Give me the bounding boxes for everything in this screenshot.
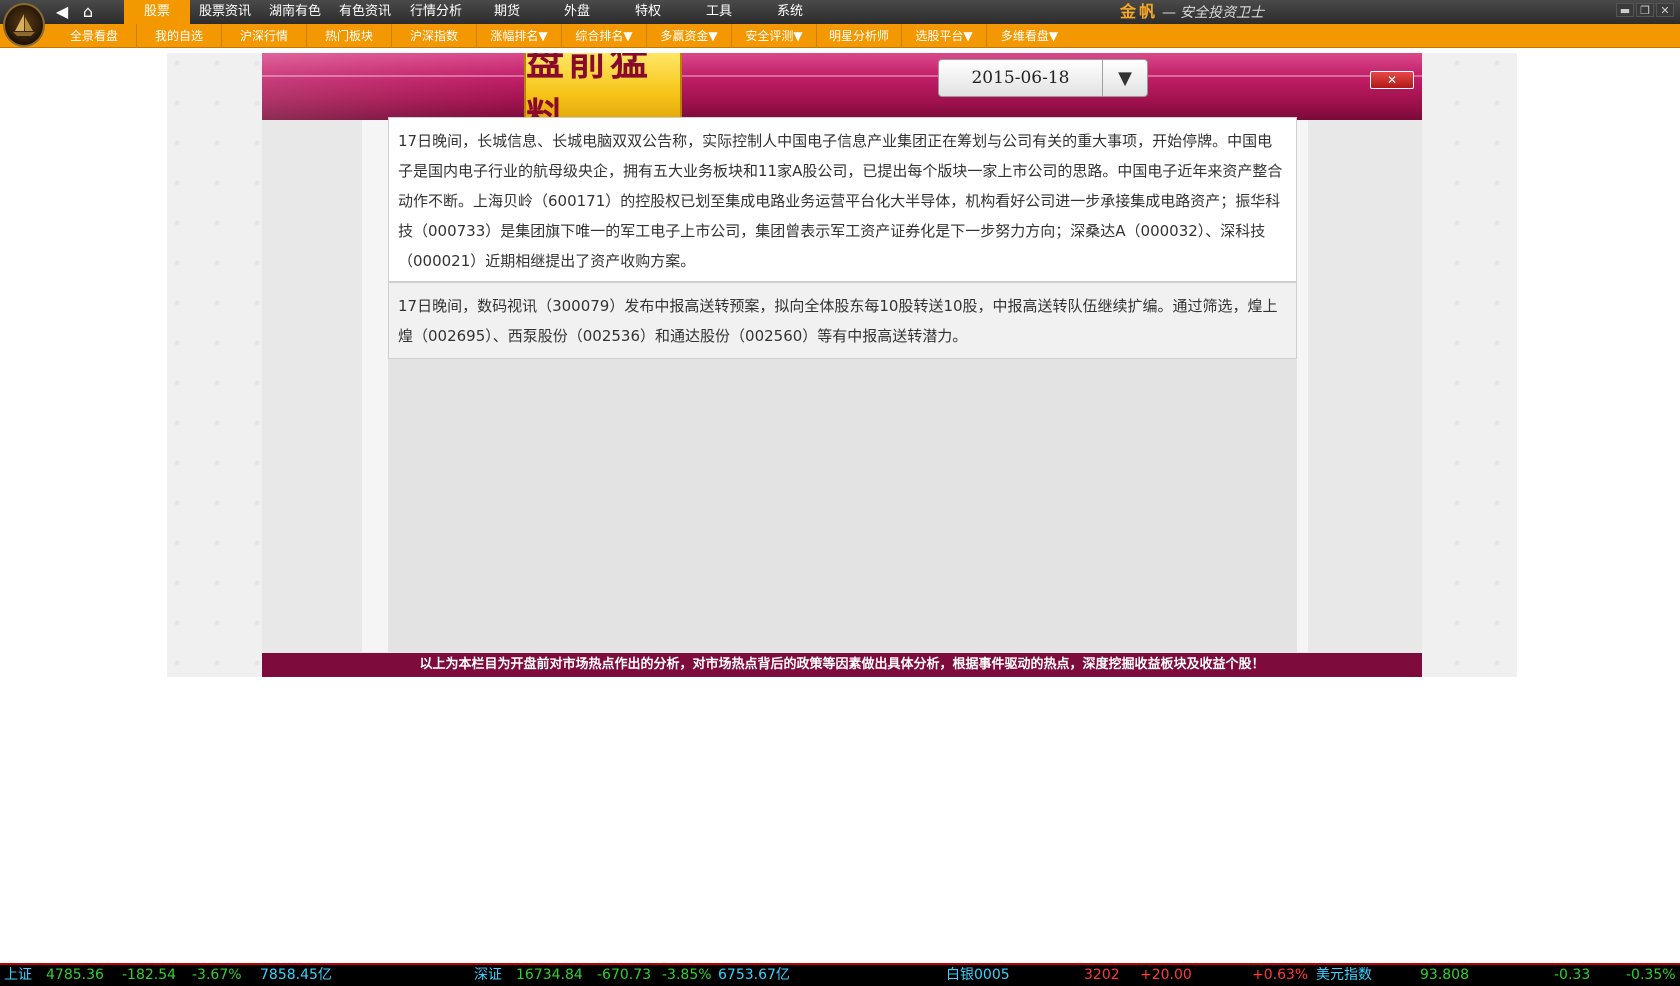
menu-item-foreign-markets[interactable]: 外盘	[542, 0, 612, 24]
main-menu: 股票 股票资讯 湖南有色 有色资讯 行情分析 期货 外盘 特权 工具 系统	[124, 0, 826, 24]
top-menu-bar: ◀ ⌂ 股票 股票资讯 湖南有色 有色资讯 行情分析 期货 外盘 特权 工具 系…	[0, 0, 1680, 47]
ticker-usd-pct: -0.35%	[1626, 967, 1676, 983]
chevron-down-icon[interactable]: ▼	[1103, 60, 1147, 96]
panel-title: 盘前猛料	[526, 53, 653, 120]
sub-menu: 全景看盘 我的自选 沪深行情 热门板块 沪深指数 涨幅排名▼ 综合排名▼ 多赢资…	[52, 24, 1072, 48]
sub-item-sh-sz-index[interactable]: 沪深指数	[392, 24, 477, 48]
sub-item-overall-ranking[interactable]: 综合排名▼	[562, 24, 647, 48]
sub-item-hot-sectors[interactable]: 热门板块	[307, 24, 392, 48]
sub-item-safety-eval[interactable]: 安全评测▼	[732, 24, 817, 48]
title-plate: 盘前猛料	[524, 53, 682, 120]
sub-item-funds[interactable]: 多赢资金▼	[647, 24, 732, 48]
ticker-silver-pct: +0.63%	[1252, 967, 1309, 983]
ticker-sh-change: -182.54	[122, 967, 177, 983]
restore-icon[interactable]: ❐	[1636, 3, 1654, 17]
premarket-panel: 盘前猛料 2015-06-18 ▼ ✕ 17日晚间，长城信息、长城电脑双双公告称…	[262, 53, 1422, 677]
ticker-sz-pct: -3.85%	[662, 967, 712, 983]
ticker-silver-name[interactable]: 白银0005	[946, 965, 1010, 986]
panel-footer-note: 以上为本栏目为开盘前对市场热点作出的分析，对市场热点背后的政策等因素做出具体分析…	[262, 653, 1422, 677]
news-item[interactable]: 17日晚间，数码视讯（300079）发布中报高送转预案，拟向全体股东每10股转送…	[388, 282, 1297, 359]
close-panel-button[interactable]: ✕	[1370, 71, 1414, 89]
back-arrow-icon[interactable]: ◀	[52, 3, 72, 21]
ticker-sh-name[interactable]: 上证	[4, 965, 32, 986]
sub-item-stock-picker[interactable]: 选股平台▼	[902, 24, 987, 48]
menu-item-nonferrous-news[interactable]: 有色资讯	[330, 0, 400, 24]
menu-item-privileges[interactable]: 特权	[612, 0, 684, 24]
ticker-sz-price: 16734.84	[516, 967, 583, 983]
menu-item-stocks[interactable]: 股票	[124, 0, 190, 24]
sailboat-logo-icon	[13, 14, 35, 36]
ticker-sh-price: 4785.36	[46, 967, 104, 983]
ticker-usd-price: 93.808	[1420, 967, 1469, 983]
sub-item-panorama[interactable]: 全景看盘	[52, 24, 137, 48]
date-value: 2015-06-18	[939, 60, 1103, 96]
home-icon[interactable]: ⌂	[78, 3, 98, 21]
sub-item-watchlist[interactable]: 我的自选	[137, 24, 222, 48]
menu-item-hunan-nonferrous[interactable]: 湖南有色	[260, 0, 330, 24]
ticker-sh-pct: -3.67%	[192, 967, 242, 983]
menu-item-stock-news[interactable]: 股票资讯	[190, 0, 260, 24]
ticker-silver-change: +20.00	[1140, 967, 1192, 983]
date-selector[interactable]: 2015-06-18 ▼	[938, 59, 1148, 97]
sub-item-gain-ranking[interactable]: 涨幅排名▼	[477, 24, 562, 48]
brand-separator: —	[1162, 5, 1177, 21]
ticker-silver-price: 3202	[1084, 967, 1120, 983]
menu-item-system[interactable]: 系统	[754, 0, 826, 24]
ticker-sh-volume: 7858.45亿	[260, 967, 332, 983]
menu-item-market-analysis[interactable]: 行情分析	[400, 0, 472, 24]
ticker-sz-volume: 6753.67亿	[718, 967, 790, 983]
ticker-usd-change: -0.33	[1554, 967, 1591, 983]
menu-item-tools[interactable]: 工具	[684, 0, 754, 24]
ticker-usd-name[interactable]: 美元指数	[1316, 965, 1372, 986]
news-item[interactable]: 17日晚间，长城信息、长城电脑双双公告称，实际控制人中国电子信息产业集团正在筹划…	[388, 117, 1297, 282]
sub-menu-bar: 全景看盘 我的自选 沪深行情 热门板块 沪深指数 涨幅排名▼ 综合排名▼ 多赢资…	[0, 24, 1680, 48]
market-ticker: 上证 4785.36 -182.54 -3.67% 7858.45亿 深证 16…	[0, 963, 1680, 986]
sub-item-star-analyst[interactable]: 明星分析师	[817, 24, 902, 48]
brand-slogan-text: 安全投资卫士	[1180, 5, 1265, 21]
ticker-sz-change: -670.73	[597, 967, 652, 983]
minimize-icon[interactable]: ▬	[1616, 3, 1634, 17]
brand-name: 金帆	[1120, 2, 1159, 21]
ticker-sz-name[interactable]: 深证	[474, 965, 502, 986]
sub-item-sh-sz-quotes[interactable]: 沪深行情	[222, 24, 307, 48]
brand-slogan: 金帆 — 安全投资卫士	[1120, 2, 1264, 22]
app-logo	[3, 3, 45, 47]
window-controls: ▬ ❐ ✕	[1616, 3, 1674, 17]
menu-item-futures[interactable]: 期货	[472, 0, 542, 24]
close-window-icon[interactable]: ✕	[1656, 3, 1674, 17]
panel-banner: 盘前猛料 2015-06-18 ▼ ✕	[262, 53, 1422, 120]
sub-item-multi-view[interactable]: 多维看盘▼	[987, 24, 1072, 48]
